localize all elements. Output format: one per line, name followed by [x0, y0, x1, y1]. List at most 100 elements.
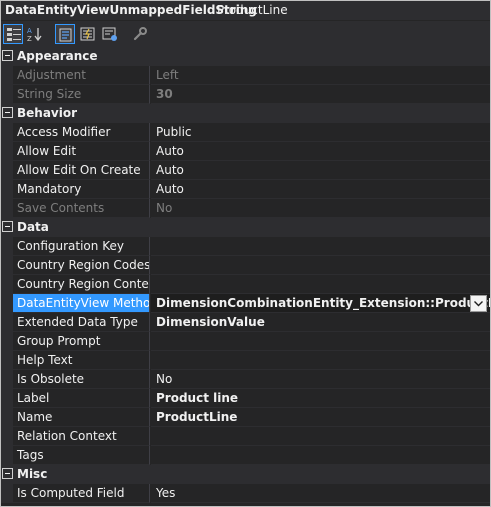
property-value-text: ProductLine — [156, 410, 238, 424]
property-row-save-contents[interactable]: Save Contents No — [1, 199, 490, 218]
property-value-text: Product line — [156, 391, 239, 405]
property-name[interactable]: Tags — [13, 446, 150, 465]
property-value-text: Public — [156, 125, 192, 139]
property-row-relation-context[interactable]: Relation Context — [1, 427, 490, 446]
property-row-country-region-context-f[interactable]: Country Region Context F — [1, 275, 490, 294]
property-value[interactable]: No — [151, 370, 490, 389]
property-name[interactable]: String Size — [13, 85, 150, 104]
property-row-extended-data-type[interactable]: Extended Data Type DimensionValue — [1, 313, 490, 332]
property-value[interactable]: Yes — [151, 484, 490, 503]
property-name[interactable]: Allow Edit — [13, 142, 150, 161]
property-row-allow-edit[interactable]: Allow Edit Auto — [1, 142, 490, 161]
property-name[interactable]: Mandatory — [13, 180, 150, 199]
property-name[interactable]: Is Computed Field — [13, 484, 150, 503]
categorized-icon — [7, 28, 21, 41]
category-data[interactable]: Data — [1, 218, 490, 237]
property-row-group-prompt[interactable]: Group Prompt — [1, 332, 490, 351]
property-window: DataEntityViewUnmappedFieldString Produc… — [0, 0, 491, 507]
property-value-text: No — [156, 201, 173, 215]
property-value[interactable]: DimensionCombinationEntity_Extension::Pr… — [151, 294, 490, 313]
row-margin — [1, 256, 13, 275]
property-name[interactable]: Allow Edit On Create — [13, 161, 150, 180]
row-margin — [1, 313, 13, 332]
property-value[interactable] — [151, 332, 490, 351]
property-name[interactable]: DataEntityView Method — [13, 294, 150, 313]
property-value[interactable]: Auto — [151, 180, 490, 199]
property-value[interactable]: No — [151, 199, 490, 218]
category-misc[interactable]: Misc — [1, 465, 490, 484]
property-value[interactable] — [151, 256, 490, 275]
property-name[interactable]: Label — [13, 389, 150, 408]
row-margin — [1, 237, 13, 256]
property-name[interactable]: Country Region Context F — [13, 275, 150, 294]
property-name[interactable]: Is Obsolete — [13, 370, 150, 389]
dropdown-button[interactable] — [470, 295, 487, 312]
property-row-access-modifier[interactable]: Access Modifier Public — [1, 123, 490, 142]
property-value[interactable] — [151, 275, 490, 294]
property-row-adjustment[interactable]: Adjustment Left — [1, 66, 490, 85]
property-value[interactable]: ProductLine — [151, 408, 490, 427]
row-margin — [1, 161, 13, 180]
property-value[interactable]: Left — [151, 66, 490, 85]
category-behavior[interactable]: Behavior — [1, 104, 490, 123]
collapse-icon[interactable] — [2, 107, 13, 118]
property-pages-button[interactable] — [100, 24, 120, 44]
property-row-allow-edit-on-create[interactable]: Allow Edit On Create Auto — [1, 161, 490, 180]
property-row-configuration-key[interactable]: Configuration Key — [1, 237, 490, 256]
categorized-button[interactable] — [3, 24, 23, 44]
property-value[interactable] — [151, 427, 490, 446]
property-row-is-computed-field[interactable]: Is Computed Field Yes — [1, 484, 490, 503]
property-value[interactable] — [151, 351, 490, 370]
wrench-button[interactable] — [130, 24, 150, 44]
collapse-icon[interactable] — [2, 50, 13, 61]
property-name[interactable]: Extended Data Type — [13, 313, 150, 332]
category-label: Data — [17, 220, 49, 234]
property-name[interactable]: Group Prompt — [13, 332, 150, 351]
property-value[interactable]: Product line — [151, 389, 490, 408]
property-value[interactable] — [151, 237, 490, 256]
object-selector[interactable]: DataEntityViewUnmappedFieldString Produc… — [1, 1, 490, 20]
property-value[interactable]: Public — [151, 123, 490, 142]
category-label: Appearance — [17, 49, 98, 63]
row-margin — [1, 180, 13, 199]
property-row-is-obsolete[interactable]: Is Obsolete No — [1, 370, 490, 389]
property-name[interactable]: Adjustment — [13, 66, 150, 85]
property-row-help-text[interactable]: Help Text — [1, 351, 490, 370]
row-margin — [1, 142, 13, 161]
collapse-icon[interactable] — [2, 468, 13, 479]
events-icon — [80, 27, 95, 41]
property-value[interactable] — [151, 446, 490, 465]
property-name[interactable]: Relation Context — [13, 427, 150, 446]
property-row-mandatory[interactable]: Mandatory Auto — [1, 180, 490, 199]
property-row-tags[interactable]: Tags — [1, 446, 490, 465]
object-name-label: ProductLine — [217, 3, 288, 17]
property-row-label[interactable]: Label Product line — [1, 389, 490, 408]
property-row-country-region-codes[interactable]: Country Region Codes — [1, 256, 490, 275]
property-name[interactable]: Access Modifier — [13, 123, 150, 142]
category-label: Behavior — [17, 106, 78, 120]
property-row-name[interactable]: Name ProductLine — [1, 408, 490, 427]
property-value[interactable]: Auto — [151, 161, 490, 180]
property-name[interactable]: Configuration Key — [13, 237, 150, 256]
properties-button[interactable] — [55, 24, 75, 44]
property-value[interactable]: 30 — [151, 85, 490, 104]
property-value-text: Auto — [156, 182, 184, 196]
category-label: Misc — [17, 467, 48, 481]
property-name[interactable]: Save Contents — [13, 199, 150, 218]
row-margin — [1, 446, 13, 465]
property-name[interactable]: Help Text — [13, 351, 150, 370]
property-name[interactable]: Name — [13, 408, 150, 427]
row-margin — [1, 199, 13, 218]
svg-text:Z: Z — [27, 35, 32, 42]
property-value[interactable]: DimensionValue — [151, 313, 490, 332]
property-row-dataentityview-method[interactable]: DataEntityView Method DimensionCombinatio… — [1, 294, 490, 313]
property-name[interactable]: Country Region Codes — [13, 256, 150, 275]
property-value[interactable]: Auto — [151, 142, 490, 161]
alphabetical-button[interactable]: A Z — [25, 24, 45, 44]
property-value-text: DimensionCombinationEntity_Extension::Pr… — [156, 296, 490, 310]
collapse-icon[interactable] — [2, 221, 13, 232]
property-value-text: No — [156, 372, 173, 386]
property-row-string-size[interactable]: String Size 30 — [1, 85, 490, 104]
category-appearance[interactable]: Appearance — [1, 47, 490, 66]
events-button[interactable] — [78, 24, 98, 44]
